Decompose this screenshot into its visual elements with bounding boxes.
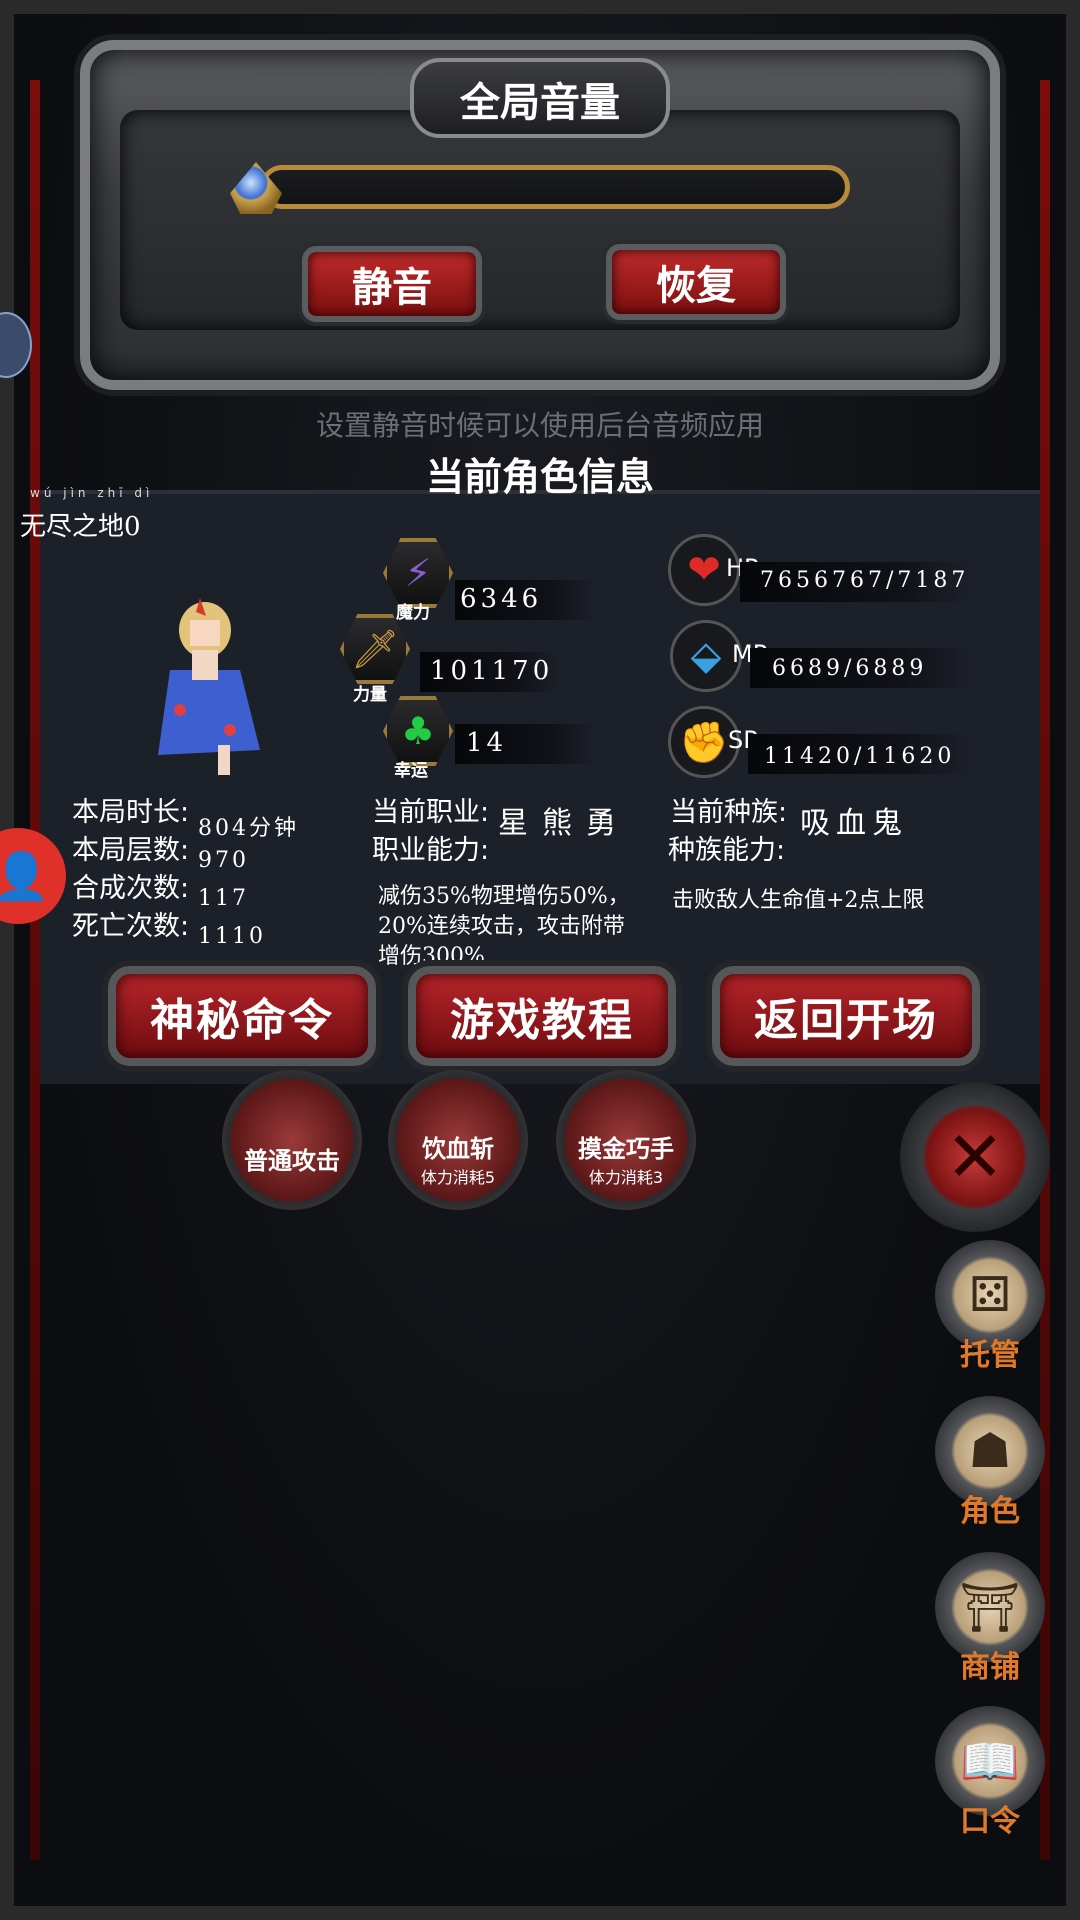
book-icon: 📖: [960, 1733, 1020, 1790]
stat-value-duration: 804分钟: [198, 816, 299, 841]
skill-name: 普通攻击: [244, 1146, 340, 1175]
stat-label-duration: 本局时长:: [72, 797, 190, 828]
race-ability-text: 击败敌人生命值+2点上限: [672, 888, 925, 913]
stat-value-floor: 970: [198, 848, 249, 873]
restore-button[interactable]: 恢复: [606, 244, 786, 320]
skill-cost: 体力消耗5: [420, 1167, 496, 1187]
stat-label-deaths: 死亡次数:: [72, 911, 190, 942]
close-button[interactable]: ✕: [900, 1082, 1050, 1232]
volume-slider[interactable]: [260, 165, 850, 209]
stat-value-deaths: 1110: [198, 924, 266, 949]
role-label: 角色: [960, 1494, 1020, 1529]
luck-label: 幸运: [394, 761, 428, 781]
shop-sign-icon: ⛩: [959, 1579, 1021, 1636]
magic-label: 魔力: [396, 603, 430, 623]
sp-value: 11420/11620: [764, 744, 956, 769]
shop-label: 商铺: [960, 1650, 1020, 1685]
power-label: 力量: [353, 685, 387, 705]
job-value: 星熊勇: [498, 806, 630, 841]
tutorial-button[interactable]: 游戏教程: [408, 966, 676, 1066]
mute-button[interactable]: 静音: [302, 246, 482, 322]
stat-label-crafts: 合成次数:: [72, 873, 190, 904]
magic-value: 6346: [460, 584, 543, 614]
auto-play-label: 托管: [960, 1338, 1020, 1373]
back-to-start-button[interactable]: 返回开场: [712, 966, 980, 1066]
job-ability-label: 职业能力:: [372, 835, 490, 866]
job-label: 当前职业:: [372, 797, 490, 828]
hp-value: 7656767/7187: [760, 568, 970, 593]
map-name-pinyin: wú jìn zhī dì: [30, 486, 154, 500]
luck-value: 14: [466, 728, 508, 758]
hooded-figure-icon: ☗: [968, 1423, 1012, 1479]
mp-value: 6689/6889: [772, 656, 928, 681]
skill-cost: 体力消耗3: [588, 1167, 664, 1187]
mystery-command-button[interactable]: 神秘命令: [108, 966, 376, 1066]
user-icon: 👤: [0, 848, 50, 903]
close-icon: ✕: [945, 1116, 1005, 1198]
skill-name: 摸金巧手: [578, 1134, 674, 1163]
stat-label-floor: 本局层数:: [72, 835, 190, 866]
code-label: 口令: [960, 1804, 1020, 1839]
volume-hint: 设置静音时候可以使用后台音频应用: [315, 409, 764, 442]
dice-icon: ⚄: [969, 1267, 1011, 1323]
race-label: 当前种族:: [670, 797, 788, 828]
job-ability-text: 减伤35%物理增伤50%，20%连续攻击，攻击附带增伤300%: [378, 884, 630, 969]
race-value: 吸血鬼: [800, 806, 908, 841]
volume-panel-inner: [120, 110, 960, 330]
skill-gold-touch[interactable]: 摸金巧手 体力消耗3: [556, 1070, 696, 1210]
skill-name: 饮血斩: [422, 1134, 494, 1163]
character-info-title: 当前角色信息: [425, 455, 654, 499]
skill-blood-slash[interactable]: 饮血斩 体力消耗5: [388, 1070, 528, 1210]
skill-normal-attack[interactable]: 普通攻击: [222, 1070, 362, 1210]
power-value: 101170: [430, 656, 554, 686]
stat-value-crafts: 117: [198, 886, 249, 911]
character-sprite: [140, 590, 270, 780]
map-name: 无尽之地0: [20, 512, 141, 542]
volume-title: 全局音量: [460, 80, 620, 126]
race-ability-label: 种族能力:: [668, 835, 786, 866]
